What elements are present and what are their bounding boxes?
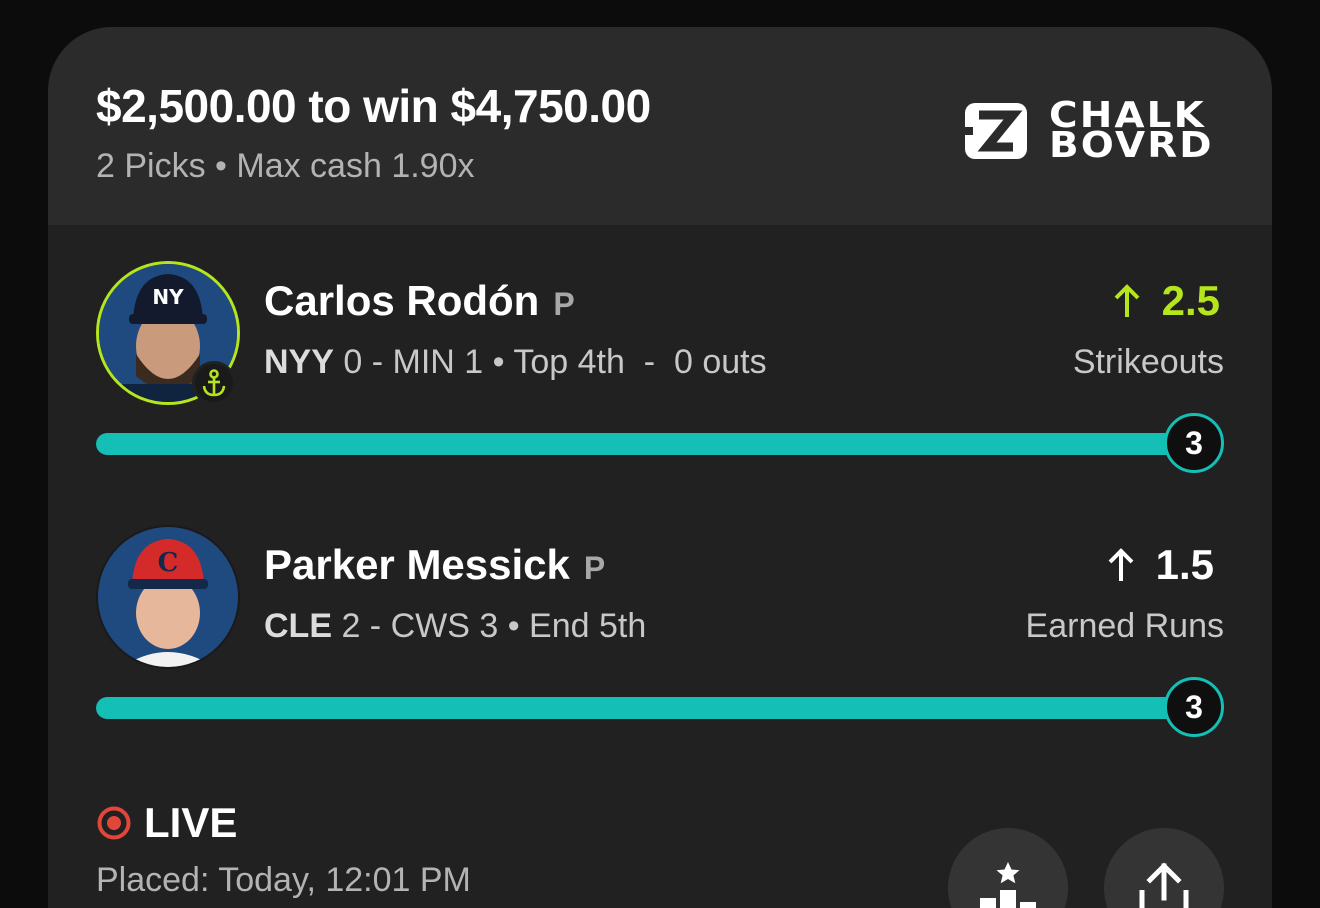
game-score: 2 - CWS 3 • End 5th	[332, 607, 647, 645]
game-score: 0 - MIN 1 • Top 4th - 0 outs	[333, 343, 767, 381]
bet-card-header: $2,500.00 to win $4,750.00 2 Picks • Max…	[48, 27, 1272, 225]
brand-line-2: BOVRD	[1049, 125, 1214, 166]
wager-title: $2,500.00 to win $4,750.00	[96, 80, 651, 132]
arrow-up-icon	[1108, 548, 1134, 581]
player-name-text: Carlos Rodón	[264, 277, 540, 324]
stat-label: Earned Runs	[1025, 607, 1224, 645]
live-indicator: LIVE	[96, 799, 471, 847]
leaderboard-icon	[980, 862, 1036, 908]
bet-status: LIVE Placed: Today, 12:01 PM	[96, 799, 471, 900]
progress-current-value: 3	[1164, 413, 1224, 473]
live-icon	[97, 806, 131, 840]
player-photo-frame: C	[96, 525, 240, 669]
arrow-up-icon	[1114, 284, 1140, 317]
pick-line: 1.5	[1106, 541, 1214, 589]
line-value: 2.5	[1161, 277, 1220, 324]
player-avatar: C	[96, 525, 240, 669]
stat-label: Strikeouts	[1072, 343, 1224, 381]
player-position: P	[583, 550, 606, 586]
game-status: NYY 0 - MIN 1 • Top 4th - 0 outs	[264, 343, 767, 382]
bet-card[interactable]: $2,500.00 to win $4,750.00 2 Picks • Max…	[48, 27, 1272, 908]
share-icon	[1139, 862, 1189, 908]
share-button[interactable]	[1104, 828, 1224, 908]
progress-fill	[96, 433, 1206, 455]
progress-bar	[96, 433, 1206, 455]
player-avatar: NY	[96, 261, 240, 405]
progress-bar	[96, 697, 1206, 719]
anchor-badge	[192, 361, 236, 405]
player-name: Carlos Rodón P	[264, 277, 575, 325]
player-team: NYY	[264, 343, 334, 381]
player-name: Parker Messick P	[264, 541, 605, 589]
svg-text:NY: NY	[152, 285, 184, 309]
placed-timestamp: Placed: Today, 12:01 PM	[96, 861, 471, 899]
line-value: 1.5	[1155, 541, 1214, 588]
player-position: P	[553, 286, 575, 322]
progress-fill	[96, 697, 1206, 719]
pick-row[interactable]: NY Carlos Rodón P NYY 0 - MIN 1 • Top 4th…	[48, 261, 1272, 501]
game-status: CLE 2 - CWS 3 • End 5th	[264, 607, 646, 646]
player-team: CLE	[264, 607, 332, 645]
live-label: LIVE	[144, 799, 238, 846]
pick-row[interactable]: C Parker Messick P CLE 2 - CWS 3 • End 5t…	[48, 525, 1272, 765]
player-photo: C	[98, 527, 238, 667]
svg-text:C: C	[158, 548, 179, 578]
player-name-text: Parker Messick	[264, 541, 570, 588]
chalkboard-wordmark: CHALK BOVRD	[1049, 98, 1235, 166]
anchor-icon	[202, 369, 226, 397]
chalkboard-logo-icon	[965, 103, 1027, 159]
wager-subtitle: 2 Picks • Max cash 1.90x	[96, 147, 475, 185]
leaderboard-button[interactable]	[948, 828, 1068, 908]
pick-line: 2.5	[1112, 277, 1220, 325]
progress-current-value: 3	[1164, 677, 1224, 737]
